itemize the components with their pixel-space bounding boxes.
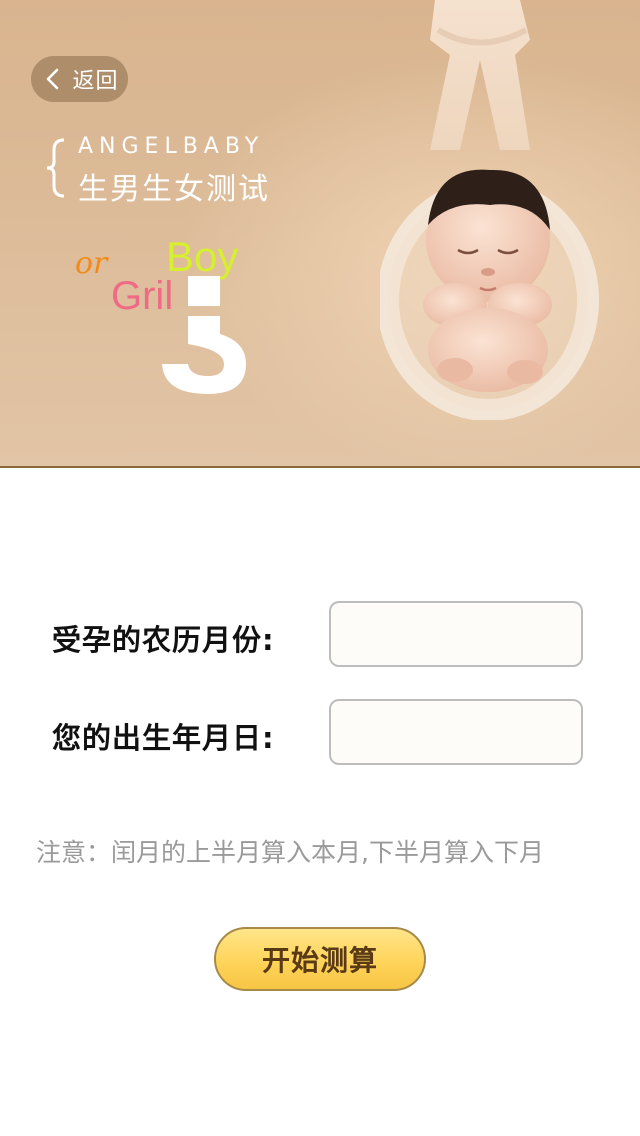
hero-divider: [0, 466, 640, 468]
back-label: 返回: [72, 69, 119, 94]
note-text: 注意：闰月的上半月算入本月,下半月算入下月: [36, 838, 544, 867]
conception-month-label: 受孕的农历月份:: [52, 623, 275, 657]
conception-month-field[interactable]: [329, 601, 583, 667]
start-calculation-button[interactable]: 开始测算: [214, 927, 426, 991]
brand-title: ANGELBABY: [78, 134, 265, 159]
chevron-left-icon: [47, 68, 59, 90]
birthday-label: 您的出生年月日:: [52, 721, 275, 755]
hero-banner: 返回 ANGELBABY 生男生女测试 or Boy Gril: [0, 0, 640, 466]
back-button[interactable]: 返回: [31, 56, 128, 102]
baby-photo: [380, 0, 599, 420]
left-brace-icon: [46, 138, 65, 198]
birthday-field[interactable]: [329, 699, 583, 765]
page-subtitle: 生男生女测试: [78, 172, 270, 207]
graphic-word-boy: Boy: [166, 233, 239, 280]
graphic-word-or: or: [75, 246, 108, 281]
question-mark-icon: [162, 276, 246, 394]
